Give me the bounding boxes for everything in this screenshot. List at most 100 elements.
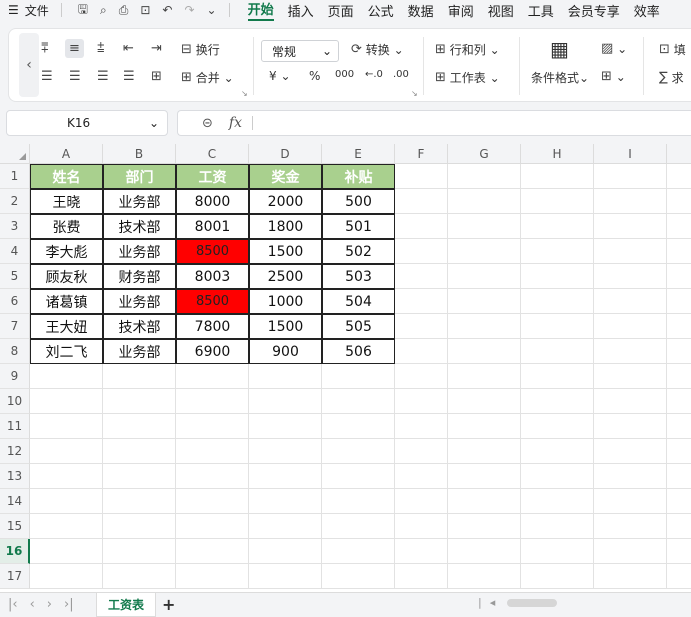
grid-cell[interactable] [448,489,521,514]
align-bottom-icon[interactable]: ⩲ [97,41,105,56]
grid-cell[interactable] [594,239,667,264]
grid-cell[interactable] [322,464,395,489]
grid-cell[interactable] [521,239,594,264]
grid-cell[interactable] [448,314,521,339]
grid-cell[interactable] [448,189,521,214]
tab-4[interactable]: 数据 [408,1,434,20]
grid-cell[interactable] [594,264,667,289]
sum-button[interactable]: ∑ 求 [659,69,684,86]
grid-cell[interactable] [667,564,691,589]
grid-cell[interactable] [448,264,521,289]
fx-icon[interactable]: fx [229,115,242,131]
scrollbar-thumb[interactable] [507,598,558,607]
grid-cell[interactable] [521,464,594,489]
grid-cell[interactable] [667,364,691,389]
grid-cell[interactable] [521,214,594,239]
currency-button[interactable]: ¥ ⌄ [269,69,291,83]
grid-cell[interactable] [521,289,594,314]
table-cell[interactable]: 技术部 [103,314,176,339]
grid-cell[interactable] [448,389,521,414]
grid-cell[interactable] [103,414,176,439]
grid-cell[interactable] [176,539,249,564]
row-header-15[interactable]: 15 [0,514,30,539]
grid-cell[interactable] [448,439,521,464]
tab-9[interactable]: 效率 [634,1,660,20]
undo-icon[interactable]: ↶ [162,3,172,17]
table-cell[interactable]: 504 [322,289,395,314]
column-header-D[interactable]: D [249,144,322,164]
grid-cell[interactable] [667,389,691,414]
format-painter-icon[interactable]: ⌕ [100,3,107,18]
grid-cell[interactable] [448,364,521,389]
table-cell[interactable]: 8003 [176,264,249,289]
grid-cell[interactable] [667,239,691,264]
column-header-F[interactable]: F [395,144,448,164]
grid-cell[interactable] [667,189,691,214]
grid-cell[interactable] [594,439,667,464]
table-cell[interactable]: 900 [249,339,322,364]
print-icon[interactable]: ⎙ [119,3,129,18]
file-menu[interactable]: ☰ 文件 [0,2,49,19]
grid-cell[interactable] [594,339,667,364]
fill-button[interactable]: ⊡ 填 [659,41,686,58]
grid-cell[interactable] [667,414,691,439]
grid-cell[interactable] [594,289,667,314]
row-header-13[interactable]: 13 [0,464,30,489]
grid-cell[interactable] [249,389,322,414]
table-cell[interactable]: 诸葛镇 [30,289,103,314]
row-header-8[interactable]: 8 [0,339,30,364]
grid-cell[interactable] [30,414,103,439]
horizontal-scrollbar[interactable]: | ◂ [478,596,558,609]
grid-cell[interactable] [521,414,594,439]
grid-cell[interactable] [521,489,594,514]
column-header-G[interactable]: G [448,144,521,164]
print-preview-icon[interactable]: ⊡ [140,3,150,17]
table-cell[interactable]: 502 [322,239,395,264]
grid-cell[interactable] [103,439,176,464]
table-cell[interactable]: 张费 [30,214,103,239]
grid-cell[interactable] [521,314,594,339]
grid-cell[interactable] [521,364,594,389]
row-header-11[interactable]: 11 [0,414,30,439]
grid-cell[interactable] [30,364,103,389]
grid-cell[interactable] [521,389,594,414]
percent-button[interactable]: % [309,69,320,83]
table-cell[interactable]: 2000 [249,189,322,214]
grid-cell[interactable] [395,314,448,339]
grid-cell[interactable] [103,514,176,539]
tab-6[interactable]: 视图 [488,1,514,20]
table-cell[interactable]: 8001 [176,214,249,239]
grid-cell[interactable] [395,564,448,589]
row-header-6[interactable]: 6 [0,289,30,314]
grid-cell[interactable] [30,514,103,539]
grid-cell[interactable] [176,439,249,464]
grid-cell[interactable] [176,414,249,439]
select-all-corner[interactable] [0,144,30,164]
grid-cell[interactable] [448,289,521,314]
grid-cell[interactable] [448,564,521,589]
grid-cell[interactable] [667,539,691,564]
merge-button[interactable]: ⊞ 合并 ⌄ [181,69,234,86]
row-header-1[interactable]: 1 [0,164,30,189]
grid-cell[interactable] [103,364,176,389]
grid-cell[interactable] [667,314,691,339]
table-cell[interactable]: 业务部 [103,239,176,264]
table-cell[interactable]: 王大妞 [30,314,103,339]
grid-cell[interactable] [30,389,103,414]
grid-cell[interactable] [176,489,249,514]
grid-cell[interactable] [667,489,691,514]
grid-cell[interactable] [448,539,521,564]
table-cell[interactable]: 8500 [176,289,249,314]
last-sheet-icon[interactable]: ›| [64,597,74,612]
border-button[interactable]: ⊞ ⌄ [601,69,626,84]
grid-cell[interactable] [667,514,691,539]
conditional-format-button[interactable]: 条件格式 ⌄ [531,69,589,86]
grid-cell[interactable] [594,364,667,389]
grid-cell[interactable] [249,439,322,464]
wrap-text-button[interactable]: ⊟ 换行 [181,41,220,58]
grid-cell[interactable] [395,439,448,464]
grid-cell[interactable] [322,514,395,539]
grid-cell[interactable] [30,464,103,489]
grid-cell[interactable] [30,439,103,464]
grid-cell[interactable] [594,189,667,214]
